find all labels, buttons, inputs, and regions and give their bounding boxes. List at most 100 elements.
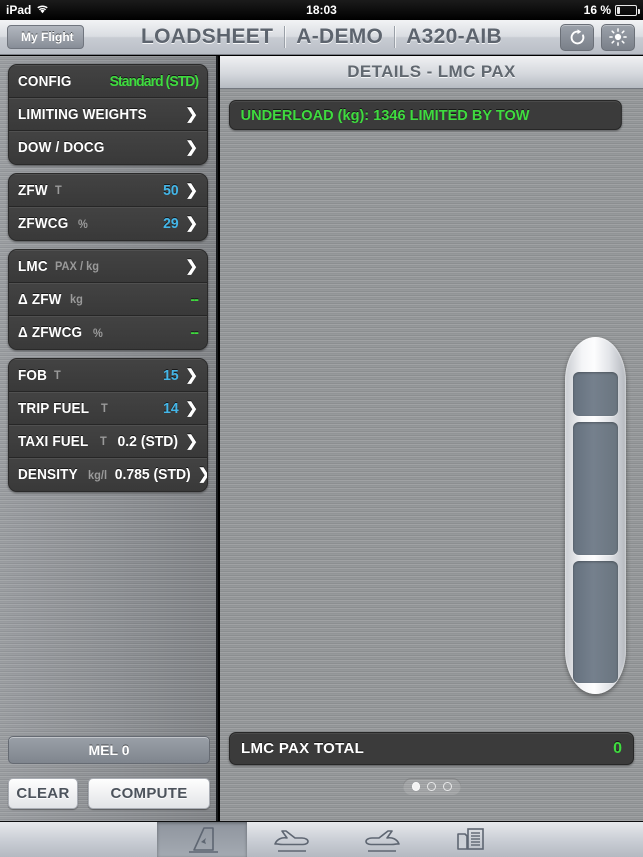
row-unit: T bbox=[100, 434, 107, 448]
row-value: 29 bbox=[162, 215, 179, 232]
refresh-button[interactable] bbox=[560, 23, 594, 51]
sidebar-row-limiting-weights[interactable]: LIMITING WEIGHTS ❯ bbox=[9, 98, 207, 131]
row-unit: T bbox=[54, 368, 62, 382]
row-label: Δ ZFW bbox=[18, 290, 62, 308]
chevron-right-icon: ❯ bbox=[185, 366, 198, 384]
sidebar-row-lmc[interactable]: LMC PAX / kg ❯ bbox=[9, 250, 207, 283]
status-bar-right: 16 % bbox=[583, 3, 640, 17]
page-dot-2[interactable] bbox=[427, 782, 436, 791]
sidebar-group-lmc: LMC PAX / kg ❯ Δ ZFW kg -- Δ ZFWCG % -- bbox=[8, 249, 208, 350]
underload-text: UNDERLOAD (kg): 1346 LIMITED BY TOW bbox=[240, 106, 530, 124]
nav-title-flight: A-DEMO bbox=[296, 25, 384, 48]
chevron-right-icon: ❯ bbox=[185, 215, 198, 232]
row-value: Standard (STD) bbox=[109, 72, 198, 90]
row-label: DOW / DOCG bbox=[18, 139, 105, 156]
nav-title-aircraft: A320-AIB bbox=[406, 25, 502, 48]
row-value: 14 bbox=[162, 399, 179, 417]
sidebar-row-density[interactable]: DENSITY kg/l 0.785 (STD) ❯ bbox=[9, 458, 207, 491]
battery-percent: 16 % bbox=[583, 3, 611, 17]
row-value: 0.2 (STD) bbox=[117, 432, 179, 450]
chevron-right-icon: ❯ bbox=[185, 399, 198, 417]
row-unit: % bbox=[77, 216, 88, 231]
sidebar-row-trip-fuel[interactable]: TRIP FUEL T 14 ❯ bbox=[9, 392, 207, 425]
status-bar: iPad 18:03 16 % bbox=[0, 0, 643, 20]
sidebar-row-config[interactable]: CONFIG Standard (STD) bbox=[9, 65, 207, 98]
documents-icon bbox=[452, 825, 492, 855]
underload-banner: UNDERLOAD (kg): 1346 LIMITED BY TOW bbox=[229, 100, 622, 130]
sidebar-row-fob[interactable]: FOB T 15 ❯ bbox=[9, 359, 207, 392]
cabin-zone-oa[interactable] bbox=[573, 372, 618, 416]
chevron-right-icon: ❯ bbox=[185, 432, 198, 450]
sidebar-group-zfw: ZFW T 50 ❯ ZFWCG % 29 ❯ bbox=[8, 173, 208, 241]
row-unit: kg/l bbox=[88, 467, 108, 482]
row-label: ZFW bbox=[18, 181, 48, 199]
sidebar-row-delta-zfw[interactable]: Δ ZFW kg -- bbox=[9, 283, 207, 316]
row-unit: PAX / kg bbox=[55, 259, 100, 273]
lmc-pax-total-label: LMC PAX TOTAL bbox=[241, 740, 365, 757]
tab-departure[interactable] bbox=[247, 822, 337, 857]
battery-icon bbox=[615, 4, 640, 16]
aircraft-fuselage-icon bbox=[565, 337, 626, 694]
sidebar-group-fuel: FOB T 15 ❯ TRIP FUEL T 14 ❯ TAXI FUEL T … bbox=[8, 358, 208, 492]
lmc-pax-total-bar: LMC PAX TOTAL 0 bbox=[229, 732, 634, 765]
row-label: TAXI FUEL bbox=[18, 432, 89, 450]
tail-fin-icon bbox=[180, 825, 224, 855]
departure-icon bbox=[268, 825, 316, 855]
compute-button-label: COMPUTE bbox=[110, 785, 188, 802]
tab-aircraft[interactable] bbox=[157, 822, 247, 857]
row-unit: kg bbox=[70, 292, 84, 306]
cabin-zone-oc[interactable] bbox=[573, 561, 618, 683]
sidebar-row-delta-zfwcg[interactable]: Δ ZFWCG % -- bbox=[9, 316, 207, 349]
mel-button[interactable]: MEL 0 bbox=[8, 736, 210, 764]
row-label: LIMITING WEIGHTS bbox=[18, 105, 147, 123]
tab-documents[interactable] bbox=[427, 822, 517, 857]
mel-label: MEL 0 bbox=[88, 742, 130, 758]
row-value: 15 bbox=[162, 366, 179, 384]
page-dot-1[interactable] bbox=[411, 782, 421, 791]
row-label: TRIP FUEL bbox=[18, 399, 90, 417]
row-unit: % bbox=[93, 325, 104, 340]
nav-title-loadsheet: LOADSHEET bbox=[141, 25, 274, 48]
brightness-button[interactable] bbox=[601, 23, 635, 51]
row-label: Δ ZFWCG bbox=[18, 324, 83, 341]
page-dot-3[interactable] bbox=[442, 782, 452, 791]
row-label: LMC bbox=[18, 257, 48, 275]
chevron-right-icon: ❯ bbox=[185, 105, 198, 123]
row-label: ZFWCG bbox=[18, 215, 69, 232]
app-root: iPad 18:03 16 % My Flight LOADSHEET A-DE… bbox=[0, 0, 643, 857]
nav-actions bbox=[560, 23, 643, 51]
status-bar-time: 18:03 bbox=[306, 3, 337, 17]
tab-bar bbox=[0, 821, 643, 857]
chevron-right-icon: ❯ bbox=[185, 139, 198, 156]
sidebar-row-dow-docg[interactable]: DOW / DOCG ❯ bbox=[9, 131, 207, 164]
row-value: -- bbox=[190, 324, 199, 341]
brightness-icon bbox=[609, 28, 627, 46]
sidebar-actions: CLEAR COMPUTE bbox=[8, 778, 210, 809]
nav-bar: My Flight LOADSHEET A-DEMO A320-AIB bbox=[0, 20, 643, 55]
detail-title: DETAILS - LMC PAX bbox=[220, 56, 643, 89]
row-value: 0.785 (STD) bbox=[114, 466, 191, 483]
sidebar-row-taxi-fuel[interactable]: TAXI FUEL T 0.2 (STD) ❯ bbox=[9, 425, 207, 458]
row-label: FOB bbox=[18, 366, 48, 384]
nav-title: LOADSHEET A-DEMO A320-AIB bbox=[0, 25, 643, 49]
row-label: DENSITY bbox=[18, 466, 78, 483]
row-value: -- bbox=[190, 290, 199, 308]
row-unit: T bbox=[55, 183, 62, 197]
sidebar: CONFIG Standard (STD) LIMITING WEIGHTS ❯… bbox=[0, 56, 218, 821]
compute-button[interactable]: COMPUTE bbox=[88, 778, 210, 809]
arrival-icon bbox=[358, 825, 406, 855]
page-dots[interactable] bbox=[402, 778, 461, 795]
sidebar-row-zfw[interactable]: ZFW T 50 ❯ bbox=[9, 174, 207, 207]
chevron-right-icon: ❯ bbox=[185, 257, 198, 275]
row-unit: T bbox=[101, 401, 108, 415]
lmc-pax-total-value: 0 bbox=[613, 739, 622, 757]
cabin-zone-ob[interactable] bbox=[573, 422, 618, 555]
row-label: CONFIG bbox=[18, 72, 72, 90]
sidebar-row-zfwcg[interactable]: ZFWCG % 29 ❯ bbox=[9, 207, 207, 240]
detail-panel: DETAILS - LMC PAX UNDERLOAD (kg): 1346 L… bbox=[220, 56, 643, 821]
clear-button-label: CLEAR bbox=[16, 785, 70, 802]
tab-arrival[interactable] bbox=[337, 822, 427, 857]
row-value: 50 bbox=[162, 181, 179, 199]
clear-button[interactable]: CLEAR bbox=[8, 778, 78, 809]
refresh-icon bbox=[569, 28, 586, 46]
